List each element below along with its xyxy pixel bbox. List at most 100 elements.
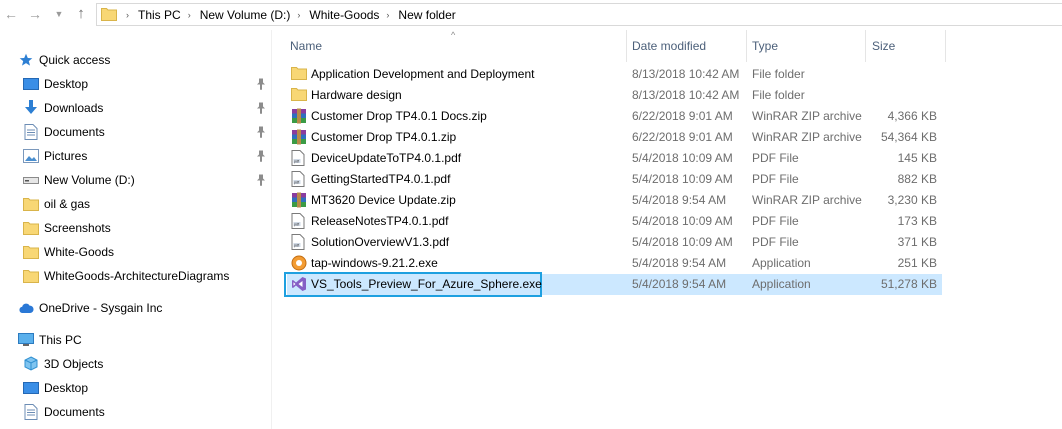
nav-onedrive-label: OneDrive - Sysgain Inc bbox=[39, 301, 163, 315]
file-row[interactable]: MT3620 Device Update.zip 5/4/2018 9:54 AM… bbox=[287, 190, 942, 211]
sidebar-item-documents[interactable]: Documents bbox=[23, 401, 105, 423]
file-name: tap-windows-9.21.2.exe bbox=[311, 256, 438, 270]
sidebar-item-label: Screenshots bbox=[44, 221, 111, 235]
column-divider[interactable] bbox=[945, 30, 946, 62]
file-list-pane: ^ Name Date modified Type Size Applicati… bbox=[272, 30, 1062, 429]
file-row[interactable]: VS_Tools_Preview_For_Azure_Sphere.exe 5/4… bbox=[284, 272, 942, 297]
3d-objects-icon bbox=[23, 356, 39, 372]
file-row[interactable]: pdf ReleaseNotesTP4.0.1.pdf 5/4/2018 10:09… bbox=[287, 211, 942, 232]
file-type: WinRAR ZIP archive bbox=[752, 193, 862, 207]
file-type: PDF File bbox=[752, 214, 799, 228]
downloads-icon bbox=[23, 100, 39, 116]
winrar-icon bbox=[291, 192, 307, 208]
sidebar-item-desktop[interactable]: Desktop bbox=[23, 73, 88, 95]
file-size: 251 KB bbox=[897, 256, 937, 270]
sidebar-item-label: White-Goods bbox=[44, 245, 115, 259]
up-arrow-icon[interactable]: ↑ bbox=[73, 6, 89, 22]
file-type: PDF File bbox=[752, 235, 799, 249]
nav-this-pc[interactable]: This PC bbox=[18, 329, 82, 351]
column-header-name[interactable]: Name bbox=[290, 30, 620, 62]
file-row[interactable]: Application Development and Deployment 8/… bbox=[287, 64, 942, 85]
desktop-icon bbox=[23, 76, 39, 92]
column-divider[interactable] bbox=[865, 30, 866, 62]
file-date-modified: 5/4/2018 10:09 AM bbox=[632, 151, 733, 165]
sidebar-item-label: Documents bbox=[44, 125, 105, 139]
file-row[interactable]: Hardware design 8/13/2018 10:42 AM File fo… bbox=[287, 85, 942, 106]
sidebar-item-pictures[interactable]: Pictures bbox=[23, 145, 87, 167]
sidebar-item-whitegoods-architecturediagrams[interactable]: WhiteGoods-ArchitectureDiagrams bbox=[23, 265, 229, 287]
column-header-size[interactable]: Size bbox=[872, 30, 942, 62]
breadcrumb-item[interactable]: New folder bbox=[398, 8, 455, 22]
file-row[interactable]: Customer Drop TP4.0.1.zip 6/22/2018 9:01 … bbox=[287, 127, 942, 148]
file-name: Customer Drop TP4.0.1 Docs.zip bbox=[311, 109, 487, 123]
svg-text:pdf: pdf bbox=[294, 180, 299, 184]
nav-onedrive[interactable]: OneDrive - Sysgain Inc bbox=[18, 297, 162, 319]
folder-icon bbox=[23, 220, 39, 236]
documents-icon bbox=[23, 404, 39, 420]
file-type: Application bbox=[752, 256, 811, 270]
folder-icon bbox=[291, 87, 307, 103]
sidebar-item-oil-gas[interactable]: oil & gas bbox=[23, 193, 90, 215]
breadcrumb-chevron-icon[interactable]: › bbox=[126, 10, 129, 20]
file-date-modified: 5/4/2018 9:54 AM bbox=[632, 193, 727, 207]
column-header-type[interactable]: Type bbox=[752, 30, 862, 62]
file-size: 882 KB bbox=[897, 172, 937, 186]
breadcrumb-chevron-icon[interactable]: › bbox=[297, 10, 300, 20]
sidebar-item-label: oil & gas bbox=[44, 197, 91, 211]
sidebar-item-white-goods[interactable]: White-Goods bbox=[23, 241, 114, 263]
file-date-modified: 8/13/2018 10:42 AM bbox=[632, 88, 740, 102]
file-size: 4,366 KB bbox=[887, 109, 937, 123]
file-row[interactable]: tap-windows-9.21.2.exe 5/4/2018 9:54 AM Ap… bbox=[287, 253, 942, 274]
breadcrumb-chevron-icon[interactable]: › bbox=[386, 10, 389, 20]
navigation-pane: Quick access Desktop Downloads Documents Pi… bbox=[0, 30, 272, 429]
file-size: 3,230 KB bbox=[887, 193, 937, 207]
file-type: PDF File bbox=[752, 151, 799, 165]
nav-this-pc-label: This PC bbox=[39, 333, 82, 347]
pin-icon bbox=[256, 78, 266, 90]
sidebar-item-screenshots[interactable]: Screenshots bbox=[23, 217, 111, 239]
pictures-icon bbox=[23, 148, 39, 164]
file-name: ReleaseNotesTP4.0.1.pdf bbox=[311, 214, 449, 228]
file-date-modified: 5/4/2018 10:09 AM bbox=[632, 214, 733, 228]
sidebar-item-new-volume-d[interactable]: New Volume (D:) bbox=[23, 169, 135, 191]
column-header-date-modified[interactable]: Date modified bbox=[632, 30, 742, 62]
sidebar-item-3d-objects[interactable]: 3D Objects bbox=[23, 353, 103, 375]
file-date-modified: 5/4/2018 9:54 AM bbox=[632, 277, 727, 291]
column-divider[interactable] bbox=[746, 30, 747, 62]
file-type: File folder bbox=[752, 88, 805, 102]
computer-icon bbox=[18, 332, 34, 348]
folder-icon bbox=[23, 196, 39, 212]
file-size: 173 KB bbox=[897, 214, 937, 228]
file-row[interactable]: Customer Drop TP4.0.1 Docs.zip 6/22/2018 … bbox=[287, 106, 942, 127]
sidebar-item-label: New Volume (D:) bbox=[44, 173, 135, 187]
address-bar[interactable]: › This PC › New Volume (D:) › White-Goods › New… bbox=[96, 3, 1062, 26]
sidebar-item-label: Documents bbox=[44, 405, 105, 419]
sidebar-item-documents[interactable]: Documents bbox=[23, 121, 105, 143]
file-name: GettingStartedTP4.0.1.pdf bbox=[311, 172, 451, 186]
file-type: File folder bbox=[752, 67, 805, 81]
file-row[interactable]: pdf SolutionOverviewV1.3.pdf 5/4/2018 10:0… bbox=[287, 232, 942, 253]
breadcrumb-item[interactable]: White-Goods bbox=[309, 8, 379, 22]
recent-locations-chevron-icon[interactable]: ▼ bbox=[51, 6, 67, 22]
nav-quick-access[interactable]: Quick access bbox=[18, 49, 110, 71]
file-row[interactable]: pdf GettingStartedTP4.0.1.pdf 5/4/2018 10:… bbox=[287, 169, 942, 190]
sidebar-item-label: 3D Objects bbox=[44, 357, 104, 371]
pdf-icon: pdf bbox=[291, 213, 307, 229]
pin-icon bbox=[256, 150, 266, 162]
breadcrumb-item[interactable]: New Volume (D:) bbox=[200, 8, 291, 22]
column-divider[interactable] bbox=[626, 30, 627, 62]
breadcrumb-item[interactable]: This PC bbox=[138, 8, 181, 22]
file-name: DeviceUpdateToTP4.0.1.pdf bbox=[311, 151, 462, 165]
documents-icon bbox=[23, 124, 39, 140]
winrar-icon bbox=[291, 129, 307, 145]
breadcrumb-chevron-icon[interactable]: › bbox=[188, 10, 191, 20]
file-row[interactable]: pdf DeviceUpdateToTP4.0.1.pdf 5/4/2018 10:… bbox=[287, 148, 942, 169]
sidebar-item-desktop[interactable]: Desktop bbox=[23, 377, 88, 399]
folder-icon bbox=[23, 244, 39, 260]
back-arrow-icon[interactable]: ← bbox=[3, 6, 19, 22]
file-name: Application Development and Deployment bbox=[311, 67, 535, 81]
sidebar-item-downloads[interactable]: Downloads bbox=[23, 97, 103, 119]
forward-arrow-icon[interactable]: → bbox=[27, 6, 43, 22]
folder-icon bbox=[23, 268, 39, 284]
file-date-modified: 6/22/2018 9:01 AM bbox=[632, 130, 733, 144]
